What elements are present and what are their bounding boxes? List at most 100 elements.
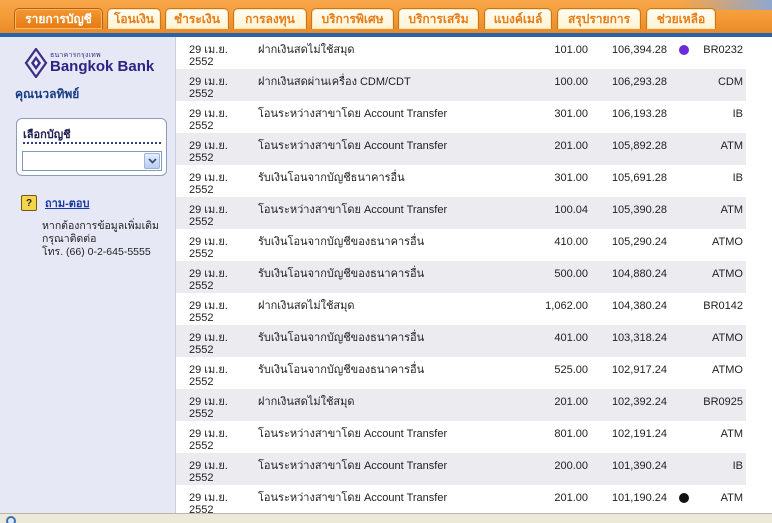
status-bar	[0, 513, 772, 523]
tab-bankmail[interactable]: แบงค์เมล์	[484, 8, 552, 29]
user-name: คุณนวลทิพย์	[15, 87, 80, 101]
transaction-date: 29 เม.ย. 2552	[189, 204, 228, 228]
transaction-balance: 105,892.28	[611, 140, 667, 152]
transaction-date: 29 เม.ย. 2552	[189, 396, 228, 420]
transaction-channel: ATMO	[712, 332, 743, 344]
transaction-row: 29 เม.ย. 2552 รับเงินโอนจากบัญชีของธนาคาร…	[176, 261, 746, 293]
faq-row: ? ถาม-ตอบ	[21, 194, 89, 212]
transaction-row: 29 เม.ย. 2552 ฝากเงินสดผ่านเครื่อง CDM/CD…	[176, 69, 746, 101]
transaction-channel: ATMO	[712, 236, 743, 248]
transaction-description: โอนระหว่างสาขาโดย Account Transfer	[258, 204, 448, 216]
transaction-channel: ATM	[720, 204, 743, 216]
tab-payment[interactable]: ชำระเงิน	[165, 8, 229, 29]
tab-transfer[interactable]: โอนเงิน	[107, 8, 161, 29]
transaction-balance: 106,293.28	[611, 76, 667, 88]
transaction-description: รับเงินโอนจากบัญชีของธนาคารอื่น	[258, 236, 425, 248]
transaction-row: 29 เม.ย. 2552 โอนระหว่างสาขาโดย Account T…	[176, 101, 746, 133]
transaction-description: ฝากเงินสดผ่านเครื่อง CDM/CDT	[258, 76, 411, 88]
main-nav-tabbar: รายการบัญชี โอนเงิน ชำระเงิน การลงทุน บร…	[0, 0, 772, 33]
transaction-date: 29 เม.ย. 2552	[189, 300, 228, 324]
transaction-row: 29 เม.ย. 2552 ฝากเงินสดไม่ใช้สมุด 1,062.00…	[176, 293, 746, 325]
transaction-date: 29 เม.ย. 2552	[189, 428, 228, 452]
transaction-date: 29 เม.ย. 2552	[189, 172, 228, 196]
tab-investment[interactable]: การลงทุน	[233, 8, 307, 29]
logo-english-text: Bangkok Bank	[50, 58, 155, 75]
transaction-date: 29 เม.ย. 2552	[189, 364, 228, 388]
transaction-amount: 200.00	[554, 460, 588, 472]
bank-logo[interactable]: ธนาคารกรุงเทพ Bangkok Bank	[24, 48, 154, 78]
tab-help[interactable]: ช่วยเหลือ	[646, 8, 716, 29]
transaction-channel: ATMO	[712, 364, 743, 376]
transaction-table: 29 เม.ย. 2552 ฝากเงินสดไม่ใช้สมุด 101.00 10…	[176, 37, 746, 513]
transaction-description: รับเงินโอนจากบัญชีของธนาคารอื่น	[258, 364, 425, 376]
transaction-balance: 104,380.24	[611, 300, 667, 312]
transaction-channel: BR0925	[703, 396, 743, 408]
transaction-amount: 801.00	[554, 428, 588, 440]
transaction-description: โอนระหว่างสาขาโดย Account Transfer	[258, 492, 448, 504]
account-dropdown[interactable]	[22, 151, 162, 171]
transaction-balance: 102,191.24	[611, 428, 667, 440]
transaction-date: 29 เม.ย. 2552	[189, 108, 228, 132]
transaction-date: 29 เม.ย. 2552	[189, 460, 228, 484]
browser-status-icon	[6, 516, 16, 523]
transaction-amount: 100.04	[554, 204, 588, 216]
transaction-row: 29 เม.ย. 2552 โอนระหว่างสาขาโดย Account T…	[176, 133, 746, 165]
transaction-channel: IB	[732, 172, 743, 184]
transaction-date: 29 เม.ย. 2552	[189, 236, 228, 260]
bangkok-bank-lotus-icon	[24, 48, 48, 78]
transaction-channel: ATMO	[712, 268, 743, 280]
transaction-amount: 301.00	[554, 172, 588, 184]
chevron-down-icon	[147, 158, 157, 164]
transaction-row: 29 เม.ย. 2552 โอนระหว่างสาขาโดย Account T…	[176, 485, 746, 513]
transaction-date: 29 เม.ย. 2552	[189, 332, 228, 356]
faq-link[interactable]: ถาม-ตอบ	[45, 194, 89, 212]
transaction-channel: IB	[732, 460, 743, 472]
transaction-amount: 101.00	[554, 44, 588, 56]
help-text-line: กรุณาติดต่อ	[42, 233, 97, 245]
transaction-channel: BR0142	[703, 300, 743, 312]
transaction-row: 29 เม.ย. 2552 รับเงินโอนจากบัญชีธนาคารอื่…	[176, 165, 746, 197]
transaction-date: 29 เม.ย. 2552	[189, 76, 228, 100]
transaction-description: โอนระหว่างสาขาโดย Account Transfer	[258, 140, 448, 152]
tab-account-list[interactable]: รายการบัญชี	[14, 8, 103, 29]
dotted-divider	[23, 142, 161, 144]
transaction-channel: ATM	[720, 428, 743, 440]
tab-additional-services[interactable]: บริการเสริม	[398, 8, 479, 29]
transaction-balance: 105,691.28	[611, 172, 667, 184]
transaction-amount: 201.00	[554, 396, 588, 408]
transaction-balance: 102,917.24	[611, 364, 667, 376]
transaction-description: โอนระหว่างสาขาโดย Account Transfer	[258, 428, 448, 440]
transaction-channel: ATM	[720, 492, 743, 504]
transaction-balance: 106,193.28	[611, 108, 667, 120]
dropdown-arrow-button[interactable]	[144, 153, 160, 169]
question-icon: ?	[21, 195, 37, 211]
transaction-balance: 101,390.24	[611, 460, 667, 472]
transaction-amount: 201.00	[554, 492, 588, 504]
transaction-description: ฝากเงินสดไม่ใช้สมุด	[258, 396, 355, 408]
transaction-amount: 525.00	[554, 364, 588, 376]
transaction-description: ฝากเงินสดไม่ใช้สมุด	[258, 44, 355, 56]
transaction-balance: 103,318.24	[611, 332, 667, 344]
transaction-amount: 201.00	[554, 140, 588, 152]
sidebar: ธนาคารกรุงเทพ Bangkok Bank คุณนวลทิพย์ เ…	[0, 37, 176, 513]
transaction-balance: 105,390.28	[611, 204, 667, 216]
help-text-line: หากต้องการข้อมูลเพิ่มเติม	[42, 220, 159, 232]
transaction-row: 29 เม.ย. 2552 รับเงินโอนจากบัญชีของธนาคาร…	[176, 357, 746, 389]
transaction-row: 29 เม.ย. 2552 โอนระหว่างสาขาโดย Account T…	[176, 421, 746, 453]
transaction-date: 29 เม.ย. 2552	[189, 140, 228, 164]
transaction-row: 29 เม.ย. 2552 รับเงินโอนจากบัญชีของธนาคาร…	[176, 325, 746, 357]
transaction-row: 29 เม.ย. 2552 ฝากเงินสดไม่ใช้สมุด 101.00 10…	[176, 37, 746, 69]
transaction-row: 29 เม.ย. 2552 โอนระหว่างสาขาโดย Account T…	[176, 453, 746, 485]
transaction-marker-dot	[679, 45, 689, 55]
tab-special-services[interactable]: บริการพิเศษ	[311, 8, 394, 29]
account-select-title: เลือกบัญชี	[23, 129, 71, 141]
transaction-channel: IB	[732, 108, 743, 120]
tab-summary[interactable]: สรุปรายการ	[557, 8, 641, 29]
help-contact-text: หากต้องการข้อมูลเพิ่มเติม กรุณาติดต่อ โท…	[42, 220, 172, 259]
transaction-description: รับเงินโอนจากบัญชีธนาคารอื่น	[258, 172, 405, 184]
transaction-amount: 1,062.00	[545, 300, 588, 312]
transaction-amount: 401.00	[554, 332, 588, 344]
transaction-description: โอนระหว่างสาขาโดย Account Transfer	[258, 108, 448, 120]
transaction-date: 29 เม.ย. 2552	[189, 44, 228, 68]
transaction-balance: 105,290.24	[611, 236, 667, 248]
